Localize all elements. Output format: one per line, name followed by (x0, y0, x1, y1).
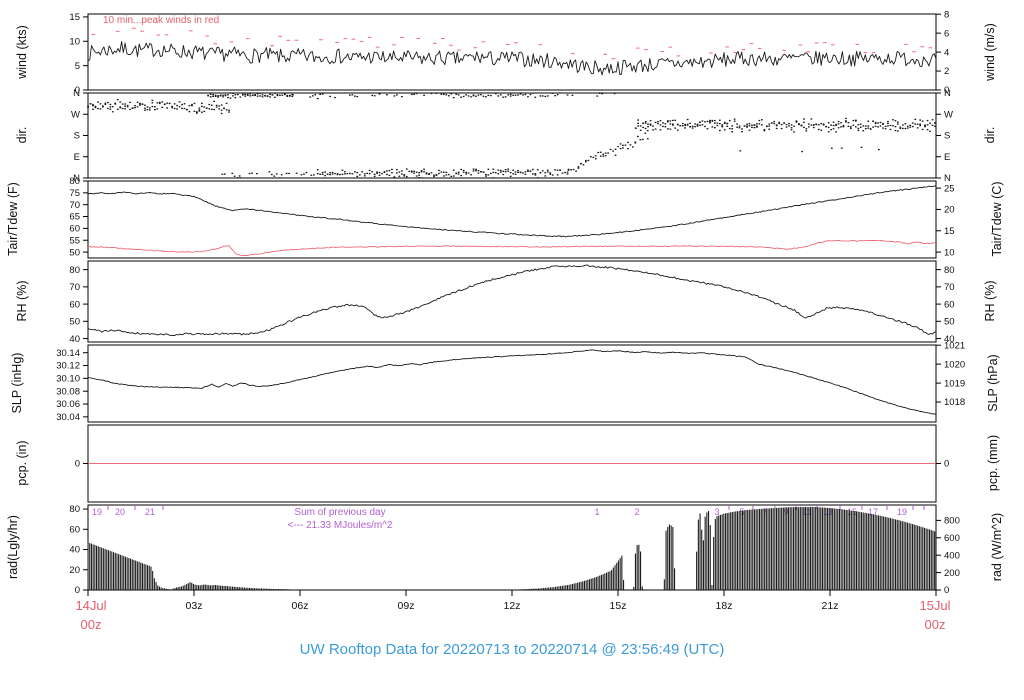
svg-text:S: S (944, 131, 950, 142)
svg-text:10: 10 (944, 247, 955, 258)
svg-text:21: 21 (145, 507, 155, 517)
svg-text:20: 20 (115, 507, 125, 517)
figure-title: UW Rooftop Data for 20220713 to 20220714… (299, 641, 725, 658)
svg-text:80: 80 (69, 176, 80, 187)
svg-text:21z: 21z (822, 600, 839, 612)
svg-text:60: 60 (69, 224, 80, 235)
svg-text:0: 0 (944, 459, 949, 470)
svg-text:8: 8 (944, 9, 949, 20)
radiation-sum-line1: Sum of previous day (294, 507, 386, 518)
rad-panel: 0204060800200400600800192021123579111315… (69, 504, 959, 596)
svg-text:50: 50 (69, 247, 80, 258)
svg-text:400: 400 (944, 550, 960, 561)
meteogram-plot-canvas: 05101502468NWSENNWSEN5055606570758010152… (56, 9, 965, 612)
svg-text:15z: 15z (610, 600, 627, 612)
svg-text:4: 4 (944, 47, 949, 58)
svg-text:0: 0 (944, 585, 949, 596)
svg-text:1020: 1020 (944, 359, 965, 370)
rad-right-axis-title: rad (W/m^2) (990, 512, 1004, 582)
svg-text:03z: 03z (186, 600, 203, 612)
dir-panel: NWSENNWSEN (71, 88, 953, 184)
svg-text:2: 2 (944, 66, 949, 77)
svg-text:50: 50 (69, 317, 80, 328)
svg-text:N: N (944, 88, 951, 99)
svg-text:06z: 06z (292, 600, 309, 612)
start-date-line1: 14Jul (75, 598, 107, 613)
end-date-line2: 00z (924, 617, 946, 632)
svg-text:15: 15 (944, 226, 955, 237)
rad-left-axis-title: rad(Lgly/hr) (6, 515, 20, 579)
svg-text:5: 5 (75, 61, 80, 72)
svg-text:60: 60 (944, 299, 955, 310)
svg-text:15: 15 (69, 12, 80, 23)
svg-text:1019: 1019 (944, 378, 965, 389)
svg-text:20: 20 (944, 205, 955, 216)
svg-text:25: 25 (944, 183, 955, 194)
x-axis: 03z 06z 09z 12z 15z 18z 21z (87, 590, 937, 612)
tair-panel: 50556065707580 10 15 20 25 (69, 176, 955, 259)
svg-text:80: 80 (944, 265, 955, 276)
svg-text:09z: 09z (398, 600, 415, 612)
peak-wind-note: 10 min...peak winds in red (103, 15, 220, 26)
svg-text:1018: 1018 (944, 397, 965, 408)
svg-text:70: 70 (69, 282, 80, 293)
svg-text:19: 19 (897, 507, 907, 517)
svg-text:70: 70 (944, 282, 955, 293)
svg-text:40: 40 (69, 334, 80, 345)
slp-panel: 30.04 30.06 30.0830.10 30.12 30.14 1018 1019 10… (56, 340, 965, 423)
end-date-line1: 15Jul (919, 598, 951, 613)
svg-text:55: 55 (69, 235, 80, 246)
svg-text:70: 70 (69, 200, 80, 211)
svg-text:30.14: 30.14 (56, 348, 80, 359)
svg-text:30.04: 30.04 (56, 412, 80, 423)
svg-text:30.12: 30.12 (56, 361, 80, 372)
svg-text:S: S (74, 131, 80, 142)
svg-text:E: E (74, 152, 80, 163)
svg-text:30.08: 30.08 (56, 386, 80, 397)
svg-text:80: 80 (69, 265, 80, 276)
svg-text:75: 75 (69, 188, 80, 199)
svg-text:65: 65 (69, 212, 80, 223)
svg-text:10: 10 (69, 36, 80, 47)
svg-text:6: 6 (944, 28, 949, 39)
svg-text:W: W (71, 109, 80, 120)
svg-text:30.06: 30.06 (56, 399, 80, 410)
svg-text:60: 60 (69, 524, 80, 535)
svg-text:600: 600 (944, 533, 960, 544)
svg-text:1021: 1021 (944, 340, 965, 351)
svg-text:800: 800 (944, 516, 960, 527)
x-axis-end-date: 15Jul 00z (911, 596, 959, 634)
svg-text:30.10: 30.10 (56, 374, 80, 385)
pcp-panel: 00 (75, 424, 949, 503)
svg-text:12z: 12z (504, 600, 521, 612)
x-axis-start-date: 14Jul 00z (67, 596, 115, 634)
svg-text:1: 1 (594, 507, 599, 517)
svg-text:19: 19 (92, 507, 102, 517)
rh-panel: 40506070804050607080 (69, 260, 955, 345)
svg-text:50: 50 (944, 317, 955, 328)
svg-text:18z: 18z (716, 600, 733, 612)
radiation-sum-note: Sum of previous day <--- 21.33 MJoules/m… (240, 506, 440, 532)
svg-text:2: 2 (634, 507, 639, 517)
svg-text:0: 0 (75, 585, 80, 596)
svg-text:E: E (944, 152, 950, 163)
svg-text:9: 9 (783, 507, 788, 517)
svg-text:0: 0 (75, 459, 80, 470)
svg-text:20: 20 (69, 565, 80, 576)
svg-text:40: 40 (69, 545, 80, 556)
svg-text:W: W (944, 109, 953, 120)
svg-text:80: 80 (69, 504, 80, 515)
meteogram-figure: 0 5 10 15 0 2 4 6 8 N W S E N N W S E N 50 55 60 65 70 75 80 10 15 2… (0, 0, 1024, 700)
start-date-line2: 00z (80, 617, 102, 632)
radiation-sum-line2: <--- 21.33 MJoules/m^2 (287, 520, 393, 531)
svg-text:60: 60 (69, 299, 80, 310)
svg-text:N: N (73, 88, 80, 99)
svg-text:200: 200 (944, 568, 960, 579)
